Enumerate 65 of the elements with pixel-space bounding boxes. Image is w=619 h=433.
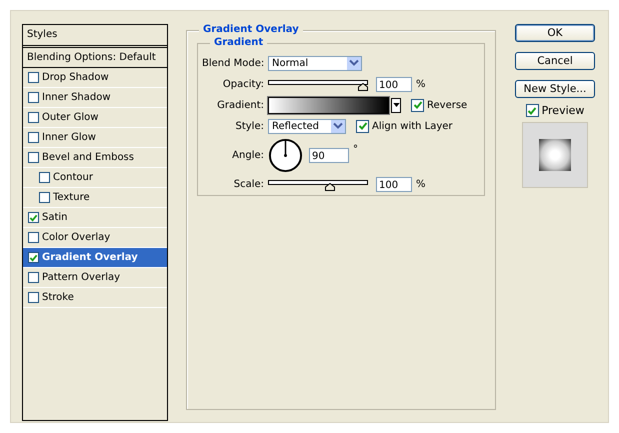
field-label: Blend Mode:: [202, 58, 264, 68]
preview-swatch: [539, 139, 571, 171]
checkbox[interactable]: [28, 212, 39, 223]
style-item[interactable]: Gradient Overlay: [23, 248, 167, 268]
field-label: Style:: [234, 120, 264, 132]
style-label: Contour: [53, 172, 93, 183]
style-label: Color Overlay: [42, 232, 110, 243]
checkbox[interactable]: [28, 232, 39, 243]
style-label: Stroke: [42, 292, 74, 303]
dialog-button[interactable]: OK: [515, 24, 595, 42]
group-title: Gradient Overlay: [199, 24, 303, 35]
field-label: Gradient:: [216, 100, 264, 110]
blending-options-item[interactable]: Blending Options: Default: [23, 48, 167, 68]
reverse-checkbox[interactable]: [411, 98, 424, 112]
style-item[interactable]: Inner Glow: [23, 128, 167, 148]
style-item[interactable]: Drop Shadow: [23, 68, 167, 88]
align-checkbox[interactable]: [356, 120, 369, 132]
checkbox-label: Align with Layer: [372, 120, 453, 132]
gradient-swatch[interactable]: [268, 96, 389, 114]
checkbox[interactable]: [28, 252, 39, 263]
style-label: Pattern Overlay: [42, 272, 120, 283]
style-dropdown[interactable]: Reflected: [268, 118, 346, 134]
angle-field[interactable]: 90: [309, 148, 349, 162]
style-label: Satin: [42, 212, 68, 223]
style-item[interactable]: Stroke: [23, 288, 167, 308]
checkbox[interactable]: [28, 152, 39, 163]
checkbox[interactable]: [39, 192, 50, 203]
style-label: Texture: [53, 192, 90, 203]
checkbox-label: Reverse: [427, 100, 468, 110]
style-label: Inner Shadow: [42, 92, 111, 103]
checkbox[interactable]: [39, 172, 50, 183]
styles-header: Styles: [23, 25, 167, 48]
style-item[interactable]: Outer Glow: [23, 108, 167, 128]
style-label: Drop Shadow: [42, 72, 109, 83]
field-label: Scale:: [232, 178, 264, 190]
style-label: Outer Glow: [42, 112, 98, 123]
checkbox[interactable]: [28, 292, 39, 303]
style-item[interactable]: Texture: [23, 188, 167, 208]
style-label: Inner Glow: [42, 132, 96, 143]
dialog-button[interactable]: New Style...: [515, 80, 595, 98]
unit-label: %: [416, 178, 426, 190]
style-label: Gradient Overlay: [42, 252, 138, 263]
preview-checkbox[interactable]: [526, 104, 539, 117]
unit-label: °: [353, 144, 358, 155]
checkbox[interactable]: [28, 112, 39, 123]
checkbox[interactable]: [28, 92, 39, 103]
checkbox[interactable]: [28, 72, 39, 83]
checkbox[interactable]: [28, 132, 39, 143]
group-title: Gradient: [210, 37, 268, 48]
checkbox-label: Preview: [542, 104, 584, 117]
unit-label: %: [416, 78, 426, 90]
blend-mode-dropdown[interactable]: Normal: [268, 56, 362, 70]
opacity-field[interactable]: 100: [376, 76, 412, 92]
field-label: Opacity:: [222, 78, 264, 90]
checkbox[interactable]: [28, 272, 39, 283]
field-label: Angle:: [231, 150, 264, 160]
style-item[interactable]: Satin: [23, 208, 167, 228]
scale-field[interactable]: 100: [376, 176, 412, 192]
style-label: Bevel and Emboss: [42, 152, 134, 163]
angle-dial-icon[interactable]: [268, 138, 303, 172]
style-item[interactable]: Inner Shadow: [23, 88, 167, 108]
style-item[interactable]: Bevel and Emboss: [23, 148, 167, 168]
dialog-button[interactable]: Cancel: [515, 52, 595, 70]
style-item[interactable]: Pattern Overlay: [23, 268, 167, 288]
style-item[interactable]: Contour: [23, 168, 167, 188]
